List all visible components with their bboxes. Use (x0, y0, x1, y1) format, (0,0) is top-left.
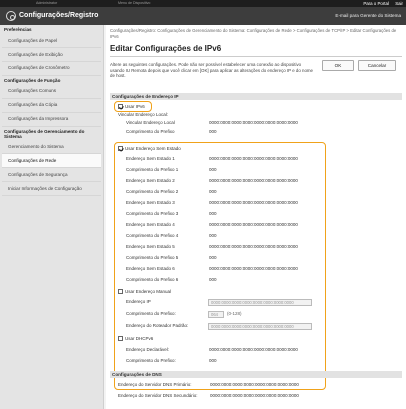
stateless-address-2-label: Endereço Sem Estado 2 (126, 178, 175, 183)
link-local-prefix-value: 000 (209, 129, 217, 134)
sidebar-item-init-settings[interactable]: Iniciar Informações de Configuração (2, 182, 101, 197)
app-title: Configurações/Registro (19, 11, 99, 19)
stateless-address-1-value: 0000:0000:0000:0000:0000:0000:0000:0000 (209, 156, 298, 161)
stateless-prefix-6-label: Comprimento do Prefixo 6 (126, 277, 179, 282)
manual-ip-input[interactable]: 0000:0000:0000:0000:0000:0000:0000:0000 (208, 299, 312, 306)
section-ip-address: Configurações de Endereço IP (110, 93, 402, 100)
sidebar-item-common[interactable]: Configurações Comuns (2, 85, 101, 99)
sidebar-item-timer[interactable]: Configurações de Cronômetro (2, 62, 101, 76)
sidebar-item-network[interactable]: Configurações de Rede (2, 154, 101, 169)
page-title: Editar Configurações de IPv6 (110, 44, 222, 53)
use-ipv6-label: Usar IPv6 (125, 104, 145, 109)
dns-secondary-label: Endereço do Servidor DNS Secundário: (118, 393, 198, 398)
stateless-checkbox[interactable] (118, 146, 123, 151)
stateless-prefix-5-label: Comprimento do Prefixo 5 (126, 255, 179, 260)
use-ipv6-checkbox[interactable] (118, 104, 123, 109)
manual-router-input[interactable]: 0000:0000:0000:0000:0000:0000:0000:0000 (208, 323, 312, 330)
manual-prefix-input[interactable]: 064 (208, 311, 224, 318)
stateless-address-3-value: 0000:0000:0000:0000:0000:0000:0000:0000 (209, 200, 298, 205)
dhcp-address-value: 0000:0000:0000:0000:0000:0000:0000:0000 (209, 347, 298, 352)
dhcpv6-checkbox[interactable] (118, 336, 123, 341)
user-label: Administrator (36, 1, 58, 5)
sidebar-heading-function: Configurações de Função (4, 77, 61, 83)
stateless-prefix-4-label: Comprimento do Prefixo 4 (126, 233, 179, 238)
stateless-address-4-label: Endereço Sem Estado 4 (126, 222, 175, 227)
section-dns: Configurações de DNS (110, 371, 402, 378)
manual-label: Usar Endereço Manual (125, 289, 172, 294)
dns-secondary-value: 0000:0000:0000:0000:0000:0000:0000:0000 (210, 393, 299, 398)
link-local-prefix-label: Comprimento do Prefixo (126, 129, 175, 134)
top-bar: Administrator Menu de Dispositivo Para o… (0, 0, 406, 7)
stateless-prefix-1-label: Comprimento do Prefixo 1 (126, 167, 179, 172)
stateless-prefix-1-value: 000 (209, 167, 217, 172)
page-description: Altere as seguintes configurações. Pode … (110, 62, 313, 79)
stateless-address-6-value: 0000:0000:0000:0000:0000:0000:0000:0000 (209, 266, 298, 271)
stateless-prefix-2-label: Comprimento do Prefixo 2 (126, 189, 179, 194)
stateless-prefix-5-value: 000 (209, 255, 217, 260)
sidebar-item-security[interactable]: Configurações de Segurança (2, 168, 101, 183)
stateless-prefix-6-value: 000 (209, 277, 217, 282)
title-divider (110, 56, 402, 57)
sidebar-heading-preferences: Preferências (4, 27, 32, 32)
dns-primary-label: Endereço do Servidor DNS Primário: (118, 382, 192, 387)
dhcp-prefix-label: Comprimento do Prefixo: (126, 358, 176, 363)
stateless-prefix-3-value: 000 (209, 211, 217, 216)
dhcp-address-label: Endereço Declarável: (126, 347, 170, 352)
dhcpv6-label: Usar DHCPv6 (125, 336, 154, 341)
stateless-prefix-2-value: 000 (209, 189, 217, 194)
logout-link[interactable]: Sair (395, 1, 403, 6)
sidebar: Preferências Configurações de Papel Conf… (0, 25, 104, 409)
cancel-button[interactable]: Cancelar (358, 60, 396, 71)
stateless-prefix-4-value: 000 (209, 233, 217, 238)
sidebar-item-system-management[interactable]: Gerenciamento do Sistema (2, 141, 101, 155)
email-admin-link[interactable]: E-mail para Gerente do Sistema (335, 13, 401, 18)
stateless-prefix-3-label: Comprimento do Prefixo 3 (126, 211, 179, 216)
app-header: Configurações/Registro E-mail para Geren… (0, 7, 406, 25)
stateless-address-5-label: Endereço Sem Estado 5 (126, 244, 175, 249)
ok-button[interactable]: OK (322, 60, 354, 71)
top-links: Para o Portal Sair (358, 1, 403, 6)
portal-link[interactable]: Para o Portal (363, 1, 389, 6)
sidebar-heading-system: Configurações de Gerenciamento do Sistem… (4, 128, 85, 139)
sidebar-item-copy[interactable]: Configurações da Cópia (2, 99, 101, 113)
stateless-address-6-label: Endereço Sem Estado 6 (126, 266, 175, 271)
stateless-address-5-value: 0000:0000:0000:0000:0000:0000:0000:0000 (209, 244, 298, 249)
manual-prefix-label: Comprimento do Prefixo: (126, 311, 176, 316)
manual-router-label: Endereço do Roteador Padrão: (126, 323, 189, 328)
settings-gear-icon (6, 11, 16, 21)
stateless-address-3-label: Endereço Sem Estado 3 (126, 200, 175, 205)
stateless-address-1-label: Endereço Sem Estado 1 (126, 156, 175, 161)
stateless-address-2-value: 0000:0000:0000:0000:0000:0000:0000:0000 (209, 178, 298, 183)
breadcrumb: Configurações/Registro: Configurações de… (110, 28, 397, 39)
manual-prefix-hint: (0-128) (227, 311, 242, 316)
dns-primary-value: 0000:0000:0000:0000:0000:0000:0000:0000 (210, 382, 299, 387)
sidebar-item-display[interactable]: Configurações de Exibição (2, 48, 101, 62)
link-local-address-value: 0000:0000:0000:0000:0000:0000:0000:0000 (209, 120, 298, 125)
sidebar-item-paper[interactable]: Configurações de Papel (2, 34, 101, 48)
manual-ip-label: Endereço IP (126, 299, 151, 304)
manual-checkbox[interactable] (118, 289, 123, 294)
stateless-address-4-value: 0000:0000:0000:0000:0000:0000:0000:0000 (209, 222, 298, 227)
sidebar-item-printer[interactable]: Configurações da Impressora (2, 113, 101, 127)
dhcp-prefix-value: 000 (209, 358, 217, 363)
device-menu-label: Menu de Dispositivo (118, 1, 151, 5)
main-panel: Configurações/Registro: Configurações de… (106, 25, 406, 409)
stateless-label: Usar Endereço Sem Estado (125, 146, 181, 151)
